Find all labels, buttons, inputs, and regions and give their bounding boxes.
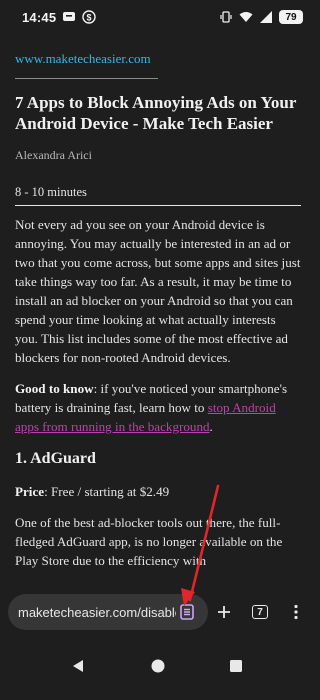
divider-full — [15, 205, 301, 207]
divider-short — [15, 78, 158, 80]
paragraph-adguard: One of the best ad-blocker tools out the… — [15, 515, 283, 569]
nav-home-button[interactable] — [144, 652, 172, 680]
dollar-notification-icon: $ — [82, 10, 96, 24]
price-text: : Free / starting at $2.49 — [44, 484, 170, 500]
status-left: 14:45 $ — [22, 10, 96, 25]
price-line: Price: Free / starting at $2.49 — [15, 482, 301, 501]
article-title: 7 Apps to Block Annoying Ads on Your And… — [15, 93, 297, 133]
section-heading: 1. AdGuard — [15, 450, 96, 468]
site-link[interactable]: www.maketecheasier.com — [15, 51, 301, 66]
more-vertical-icon — [294, 604, 298, 620]
url-bar[interactable]: maketecheasier.com/disable — [8, 594, 208, 630]
read-time: 8 - 10 minutes — [15, 185, 87, 200]
new-tab-button[interactable] — [212, 600, 236, 624]
wifi-icon — [239, 12, 253, 22]
status-time: 14:45 — [22, 9, 57, 25]
article-author: Alexandra Arici — [15, 148, 92, 163]
battery-level: 79 — [279, 10, 303, 24]
chat-notification-icon — [63, 12, 76, 21]
reader-mode-icon[interactable] — [178, 603, 196, 621]
nav-back-button[interactable] — [64, 652, 92, 680]
browser-toolbar: maketecheasier.com/disable 7 — [0, 592, 315, 632]
tab-count: 7 — [252, 605, 268, 619]
reader-article: www.maketecheasier.com 7 Apps to Block A… — [15, 51, 301, 582]
url-text[interactable]: maketecheasier.com/disable — [18, 605, 176, 620]
svg-text:$: $ — [87, 12, 92, 22]
triangle-back-icon — [73, 660, 83, 672]
tab-switcher-button[interactable]: 7 — [248, 600, 272, 624]
signal-icon — [260, 11, 272, 23]
paragraph-intro: Not every ad you see on your Android dev… — [15, 217, 301, 366]
vibrate-icon — [220, 11, 232, 23]
menu-button[interactable] — [284, 600, 308, 624]
good-to-know-label: Good to know — [15, 381, 94, 397]
nav-recents-button[interactable] — [222, 652, 250, 680]
price-label: Price — [15, 484, 45, 500]
system-nav-bar — [0, 632, 315, 700]
plus-icon — [218, 606, 230, 618]
circle-home-icon — [151, 659, 165, 673]
status-bar: 14:45 $ 79 — [0, 0, 315, 34]
status-right: 79 — [219, 10, 303, 24]
good-to-know-end: . — [209, 419, 213, 435]
paragraph-good-to-know: Good to know: if you've noticed your sma… — [15, 379, 301, 436]
square-recents-icon — [230, 660, 242, 672]
